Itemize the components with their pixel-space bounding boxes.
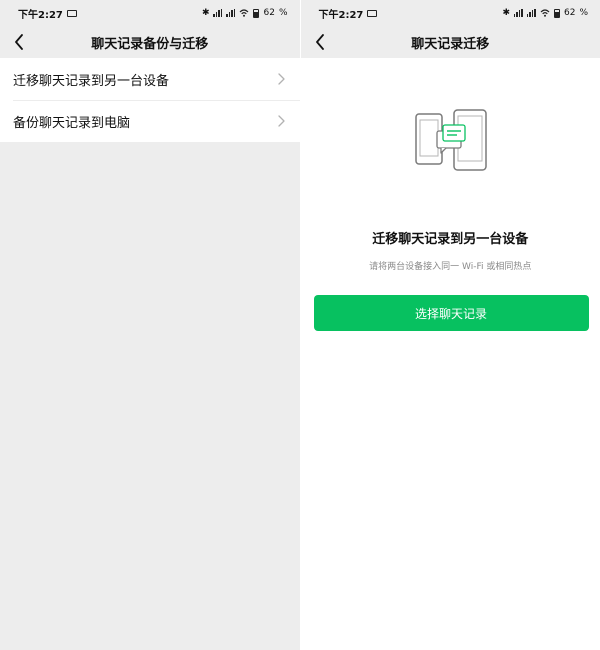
chevron-right-icon	[277, 73, 288, 85]
status-bar: 下午2:27 ✱ 62%	[300, 0, 600, 26]
select-chat-history-button[interactable]: 选择聊天记录	[313, 295, 589, 331]
chevron-left-icon	[315, 34, 324, 50]
settings-list: 迁移聊天记录到另一台设备 备份聊天记录到电脑	[0, 58, 300, 142]
back-button[interactable]	[10, 33, 28, 51]
page-title: 聊天记录备份与迁移	[91, 36, 209, 52]
battery-unit: %	[278, 8, 288, 18]
list-item-label: 备份聊天记录到电脑	[13, 115, 131, 131]
signal-icon	[526, 9, 536, 17]
bluetooth-icon: ✱	[201, 8, 210, 18]
signal-icon	[213, 9, 223, 17]
list-item-label: 迁移聊天记录到另一台设备	[13, 73, 170, 89]
page-title: 聊天记录迁移	[411, 36, 490, 52]
battery-level: 62	[563, 8, 576, 18]
message-icon	[367, 9, 378, 17]
left-screen: 下午2:27 ✱ 62% 聊天记录备份与迁移 迁移聊天记录到另一台设备 备份聊天…	[0, 0, 300, 650]
signal-icon	[226, 9, 236, 17]
status-bar: 下午2:27 ✱ 62%	[0, 0, 300, 26]
bluetooth-icon: ✱	[502, 8, 510, 18]
signal-icon	[513, 9, 523, 17]
back-button[interactable]	[311, 33, 329, 51]
nav-bar: 聊天记录迁移	[300, 26, 600, 58]
list-item-migrate-to-device[interactable]: 迁移聊天记录到另一台设备	[0, 58, 300, 100]
right-screen: 下午2:27 ✱ 62% 聊天记录迁移 迁移聊天记录到另一台设备 请将两台设备接…	[300, 0, 600, 650]
migration-heading: 迁移聊天记录到另一台设备	[372, 232, 529, 247]
status-time: 下午2:27	[18, 9, 63, 21]
status-time: 下午2:27	[318, 9, 364, 21]
wifi-icon	[239, 9, 249, 17]
battery-unit: %	[579, 8, 588, 18]
list-item-backup-to-computer[interactable]: 备份聊天记录到电脑	[0, 100, 300, 142]
chevron-left-icon	[15, 34, 23, 50]
nav-bar: 聊天记录备份与迁移	[0, 26, 300, 58]
message-icon	[66, 9, 77, 17]
two-phones-transfer-icon	[411, 108, 491, 178]
battery-icon	[253, 8, 260, 18]
screenshot-stage: 下午2:27 ✱ 62% 聊天记录备份与迁移 迁移聊天记录到另一台设备 备份聊天…	[0, 0, 600, 650]
wifi-icon	[540, 9, 550, 17]
chevron-right-icon	[277, 115, 288, 127]
migration-instructions: 请将两台设备接入同一 Wi-Fi 或相同热点	[369, 262, 532, 272]
battery-icon	[553, 8, 560, 18]
battery-level: 62	[263, 8, 275, 18]
